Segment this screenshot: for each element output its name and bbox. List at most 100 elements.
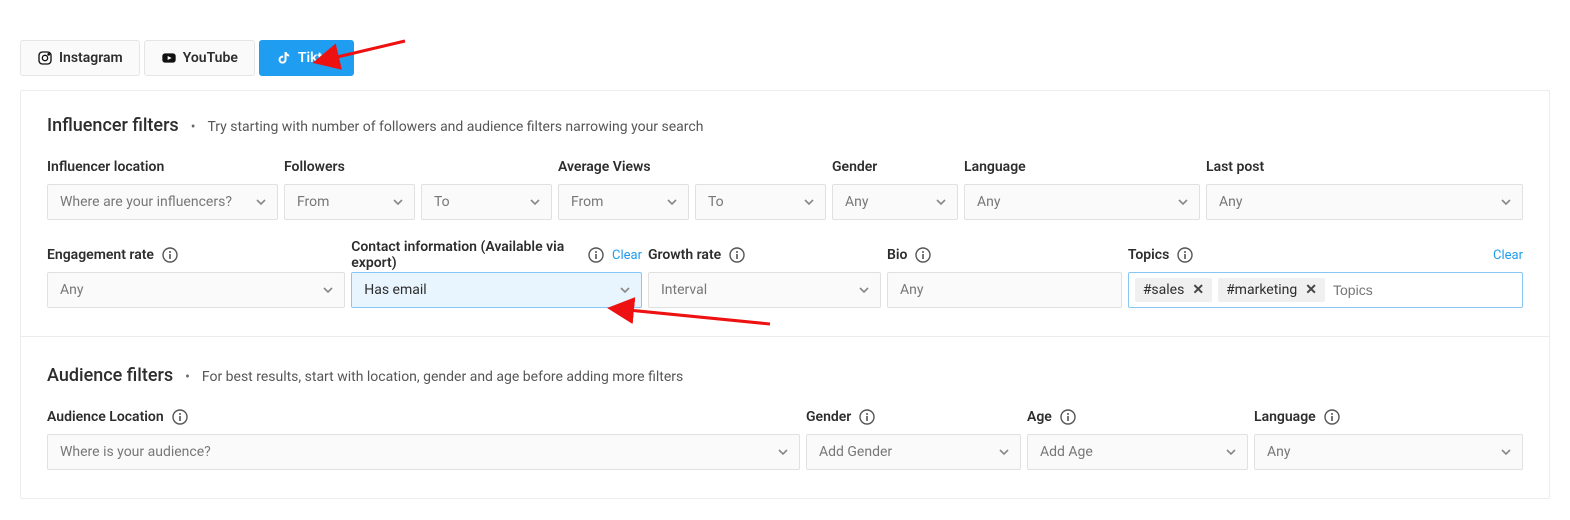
select-contact-info[interactable]: Has email xyxy=(351,272,642,308)
chevron-down-icon xyxy=(1177,196,1189,208)
field-engagement: Engagement rate Any xyxy=(47,246,345,308)
section-title: Audience filters xyxy=(47,365,173,386)
info-icon[interactable] xyxy=(1060,409,1076,425)
clear-link-topics[interactable]: Clear xyxy=(1493,248,1523,263)
placeholder: Any xyxy=(977,194,1001,210)
select-growth[interactable]: Interval xyxy=(648,272,881,308)
info-icon[interactable] xyxy=(1324,409,1340,425)
placeholder: To xyxy=(434,194,450,210)
select-audience-gender[interactable]: Add Gender xyxy=(806,434,1021,470)
field-avg-views: Average Views From To xyxy=(558,158,826,220)
chevron-down-icon xyxy=(619,284,631,296)
select-audience-age[interactable]: Add Age xyxy=(1027,434,1248,470)
select-followers-from[interactable]: From xyxy=(284,184,415,220)
chevron-down-icon xyxy=(392,196,404,208)
placeholder: Where is your audience? xyxy=(60,444,211,460)
platform-tabs: Instagram YouTube Tiktok xyxy=(0,0,1570,76)
field-bio: Bio Any xyxy=(887,246,1122,308)
label: Average Views xyxy=(558,159,651,175)
select-gender[interactable]: Any xyxy=(832,184,958,220)
field-language: Language Any xyxy=(964,158,1200,220)
chevron-down-icon xyxy=(998,446,1010,458)
placeholder: Any xyxy=(60,282,84,298)
field-audience-language: Language Any xyxy=(1254,408,1523,470)
info-icon[interactable] xyxy=(859,409,875,425)
label: Age xyxy=(1027,409,1052,425)
tab-label: Tiktok xyxy=(298,50,337,66)
topic-token: #sales ✕ xyxy=(1135,278,1212,302)
chevron-down-icon xyxy=(529,196,541,208)
chevron-down-icon xyxy=(858,284,870,296)
chevron-down-icon xyxy=(255,196,267,208)
label: Gender xyxy=(832,159,877,175)
placeholder: Any xyxy=(1219,194,1243,210)
select-audience-language[interactable]: Any xyxy=(1254,434,1523,470)
chevron-down-icon xyxy=(322,284,334,296)
section-subtitle: Try starting with number of followers an… xyxy=(207,119,703,135)
placeholder: Where are your influencers? xyxy=(60,194,232,210)
input-bio[interactable]: Any xyxy=(887,272,1122,308)
placeholder: Add Age xyxy=(1040,444,1093,460)
field-topics: Topics Clear #sales ✕ #marketing ✕ xyxy=(1128,246,1523,308)
audience-section-header: Audience filters • For best results, sta… xyxy=(47,365,1523,386)
topics-token-input[interactable]: #sales ✕ #marketing ✕ xyxy=(1128,272,1523,308)
label: Bio xyxy=(887,247,907,263)
info-icon[interactable] xyxy=(915,247,931,263)
tiktok-icon xyxy=(276,50,292,66)
select-avgviews-to[interactable]: To xyxy=(695,184,826,220)
info-icon[interactable] xyxy=(1177,247,1193,263)
label: Topics xyxy=(1128,247,1169,263)
token-label: #sales xyxy=(1143,282,1185,298)
section-title: Influencer filters xyxy=(47,115,179,136)
token-label: #marketing xyxy=(1226,282,1297,298)
placeholder: Any xyxy=(1267,444,1291,460)
field-audience-gender: Gender Add Gender xyxy=(806,408,1021,470)
remove-token-icon[interactable]: ✕ xyxy=(1305,282,1317,298)
field-lastpost: Last post Any xyxy=(1206,158,1523,220)
placeholder: From xyxy=(297,194,329,210)
select-engagement[interactable]: Any xyxy=(47,272,345,308)
tab-tiktok[interactable]: Tiktok xyxy=(259,40,354,76)
placeholder: From xyxy=(571,194,603,210)
topic-token: #marketing ✕ xyxy=(1218,278,1325,302)
select-audience-location[interactable]: Where is your audience? xyxy=(47,434,800,470)
tab-label: YouTube xyxy=(183,50,238,66)
selected-value: Has email xyxy=(364,282,426,298)
chevron-down-icon xyxy=(777,446,789,458)
chevron-down-icon xyxy=(935,196,947,208)
field-contact-info: Contact information (Available via expor… xyxy=(351,246,642,308)
select-language[interactable]: Any xyxy=(964,184,1200,220)
label: Followers xyxy=(284,159,345,175)
label: Contact information (Available via expor… xyxy=(351,239,580,271)
select-lastpost[interactable]: Any xyxy=(1206,184,1523,220)
clear-link-contact[interactable]: Clear xyxy=(612,248,642,263)
placeholder: Interval xyxy=(661,282,707,298)
tab-youtube[interactable]: YouTube xyxy=(144,40,255,76)
placeholder: Add Gender xyxy=(819,444,892,460)
info-icon[interactable] xyxy=(162,247,178,263)
remove-token-icon[interactable]: ✕ xyxy=(1192,282,1204,298)
select-avgviews-from[interactable]: From xyxy=(558,184,689,220)
info-icon[interactable] xyxy=(729,247,745,263)
youtube-icon xyxy=(161,50,177,66)
label: Influencer location xyxy=(47,159,164,175)
influencer-row-2: Engagement rate Any Contact information … xyxy=(47,246,1523,308)
chevron-down-icon xyxy=(666,196,678,208)
section-subtitle: For best results, start with location, g… xyxy=(202,369,683,385)
separator-dot: • xyxy=(185,369,190,385)
tab-label: Instagram xyxy=(59,50,123,66)
separator-dot: • xyxy=(191,119,196,135)
section-divider xyxy=(21,336,1549,337)
select-influencer-location[interactable]: Where are your influencers? xyxy=(47,184,278,220)
info-icon[interactable] xyxy=(588,247,604,263)
label: Engagement rate xyxy=(47,247,154,263)
topics-input[interactable] xyxy=(1331,273,1516,307)
audience-row-1: Audience Location Where is your audience… xyxy=(47,408,1523,470)
chevron-down-icon xyxy=(803,196,815,208)
field-followers: Followers From To xyxy=(284,158,552,220)
select-followers-to[interactable]: To xyxy=(421,184,552,220)
influencer-section-header: Influencer filters • Try starting with n… xyxy=(47,115,1523,136)
info-icon[interactable] xyxy=(172,409,188,425)
tab-instagram[interactable]: Instagram xyxy=(20,40,140,76)
label: Language xyxy=(1254,409,1316,425)
